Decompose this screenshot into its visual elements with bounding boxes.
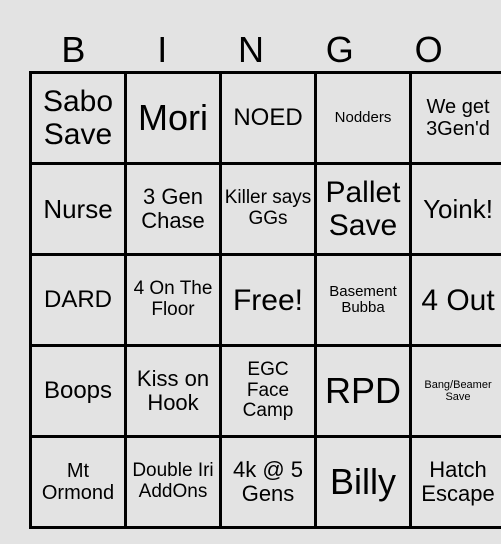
bingo-cell[interactable]: Boops [29, 344, 127, 438]
bingo-cell[interactable]: Sabo Save [29, 71, 127, 165]
bingo-cell[interactable]: Mt Ormond [29, 435, 127, 529]
header-letter-n: N [237, 29, 264, 70]
bingo-cell[interactable]: DARD [29, 253, 127, 347]
board-row: Nurse 3 Gen Chase Killer says GGs Pallet… [29, 162, 501, 256]
bingo-cell[interactable]: EGC Face Camp [219, 344, 317, 438]
bingo-cell[interactable]: 4k @ 5 Gens [219, 435, 317, 529]
bingo-cell[interactable]: Double Iri AddOns [124, 435, 222, 529]
bingo-cell[interactable]: 3 Gen Chase [124, 162, 222, 256]
bingo-cell[interactable]: 4 On The Floor [124, 253, 222, 347]
bingo-cell[interactable]: Nurse [29, 162, 127, 256]
bingo-cell[interactable]: Mori [124, 71, 222, 165]
board-row: DARD 4 On The Floor Free! Basement Bubba… [29, 253, 501, 347]
bingo-cell[interactable]: Kiss on Hook [124, 344, 222, 438]
header-letter-g: G [325, 29, 354, 70]
bingo-cell[interactable]: Yoink! [409, 162, 501, 256]
bingo-cell[interactable]: Basement Bubba [314, 253, 412, 347]
bingo-header: B I N G O [29, 28, 473, 72]
bingo-cell[interactable]: Hatch Escape [409, 435, 501, 529]
board-row: Sabo Save Mori NOED Nodders We get 3Gen'… [29, 71, 501, 165]
bingo-cell[interactable]: 4 Out [409, 253, 501, 347]
bingo-cell[interactable]: Billy [314, 435, 412, 529]
board-row: Mt Ormond Double Iri AddOns 4k @ 5 Gens … [29, 435, 501, 529]
bingo-cell[interactable]: NOED [219, 71, 317, 165]
header-letter-o: O [414, 29, 443, 70]
bingo-cell[interactable]: Nodders [314, 71, 412, 165]
bingo-cell[interactable]: Killer says GGs [219, 162, 317, 256]
bingo-cell[interactable]: Pallet Save [314, 162, 412, 256]
header-letter-i: I [157, 29, 168, 70]
bingo-cell[interactable]: Free! [219, 253, 317, 347]
header-letter-b: B [61, 29, 86, 70]
bingo-cell[interactable]: RPD [314, 344, 412, 438]
board-row: Boops Kiss on Hook EGC Face Camp RPD Ban… [29, 344, 501, 438]
bingo-board: Sabo Save Mori NOED Nodders We get 3Gen'… [29, 71, 501, 529]
bingo-cell[interactable]: We get 3Gen'd [409, 71, 501, 165]
bingo-cell[interactable]: Bang/Beamer Save [409, 344, 501, 438]
